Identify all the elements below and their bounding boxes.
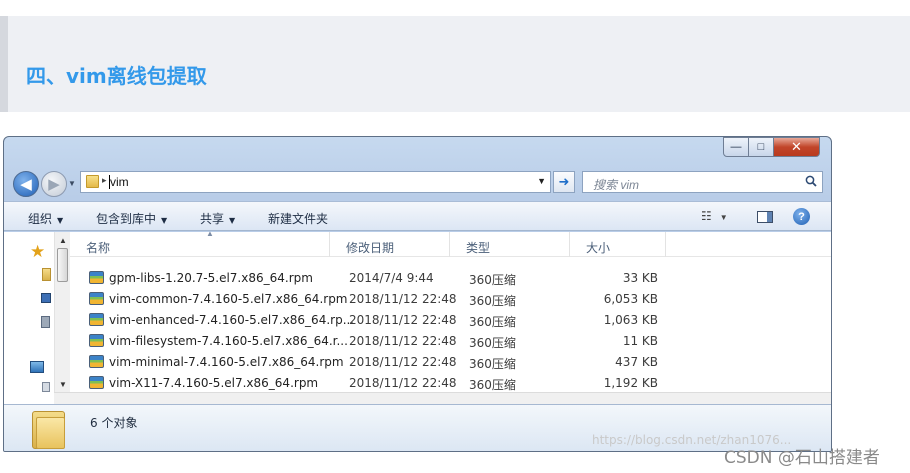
maximize-button[interactable]: □ — [748, 137, 774, 157]
file-name: vim-enhanced-7.4.160-5.el7.x86_64.rp... — [109, 313, 355, 327]
document-icon[interactable] — [42, 382, 50, 392]
file-modified: 2018/11/12 22:48 — [349, 355, 457, 369]
file-size: 33 KB — [622, 271, 658, 285]
scroll-down-icon[interactable]: ▼ — [59, 380, 67, 389]
file-size: 1,192 KB — [603, 376, 658, 390]
close-button[interactable]: ✕ — [773, 137, 820, 157]
search-icon[interactable] — [805, 175, 817, 187]
file-name: vim-common-7.4.160-5.el7.x86_64.rpm — [109, 292, 348, 306]
file-size: 11 KB — [622, 334, 658, 348]
section-heading-banner: 四、vim离线包提取 — [0, 16, 910, 112]
refresh-button[interactable]: ➜ — [553, 171, 575, 193]
section-heading: 四、vim离线包提取 — [26, 64, 207, 88]
file-row[interactable]: gpm-libs-1.20.7-5.el7.x86_64.rpm 2014/7/… — [70, 267, 831, 288]
content-area: ★ ▲ ▼ ▲ 名称 修改日期 类型 大小 gpm-libs-1.20.7-5.… — [4, 229, 831, 404]
share-label: 共享 — [200, 212, 225, 226]
column-header-modified[interactable]: 修改日期 — [330, 232, 450, 257]
horizontal-scrollbar[interactable] — [54, 392, 831, 404]
file-row[interactable]: vim-enhanced-7.4.160-5.el7.x86_64.rp... … — [70, 309, 831, 330]
libraries-icon[interactable] — [30, 361, 44, 373]
file-type: 360压缩 — [469, 294, 516, 308]
page: 四、vim离线包提取 — □ ✕ ◀ ▶ ▼ ▸ vim ▼ ➜ 搜索 vim … — [0, 0, 910, 473]
rpm-archive-icon — [89, 376, 104, 389]
folder-icon — [32, 409, 65, 449]
file-name: vim-X11-7.4.160-5.el7.x86_64.rpm — [109, 376, 319, 390]
search-box[interactable]: 搜索 vim — [582, 171, 823, 193]
help-icon[interactable]: ? — [793, 208, 810, 225]
navigation-scrollbar[interactable]: ▲ ▼ — [54, 232, 70, 392]
organize-label: 组织 — [28, 212, 53, 226]
file-name: vim-filesystem-7.4.160-5.el7.x86_64.r... — [109, 334, 348, 348]
rpm-archive-icon — [89, 355, 104, 368]
forward-button[interactable]: ▶ — [41, 171, 67, 197]
file-type: 360压缩 — [469, 378, 516, 392]
change-view-button[interactable]: ☷ ▼ — [701, 209, 728, 223]
rpm-archive-icon — [89, 313, 104, 326]
file-modified: 2014/7/4 9:44 — [349, 271, 434, 285]
command-bar: 组织 ▼ 包含到库中 ▼ 共享 ▼ 新建文件夹 ☷ ▼ ? — [4, 201, 831, 231]
recent-pages-dropdown[interactable]: ▼ — [68, 179, 76, 188]
breadcrumb-separator-icon[interactable]: ▸ — [102, 175, 107, 186]
folder-icon — [86, 175, 99, 188]
back-icon: ◀ — [20, 176, 32, 193]
minimize-button[interactable]: — — [723, 137, 749, 157]
column-header-row: ▲ 名称 修改日期 类型 大小 — [70, 229, 831, 257]
file-type: 360压缩 — [469, 273, 516, 287]
chevron-down-icon: ▼ — [57, 216, 64, 225]
column-header-size[interactable]: 大小 — [570, 232, 666, 257]
file-modified: 2018/11/12 22:48 — [349, 292, 457, 306]
preview-pane-icon[interactable] — [757, 211, 773, 223]
include-in-library-menu[interactable]: 包含到库中 ▼ — [96, 210, 167, 227]
file-size: 1,063 KB — [603, 313, 658, 327]
file-size: 437 KB — [615, 355, 658, 369]
address-history-dropdown[interactable]: ▼ — [537, 176, 546, 186]
file-row[interactable]: vim-filesystem-7.4.160-5.el7.x86_64.r...… — [70, 330, 831, 351]
file-row[interactable]: vim-X11-7.4.160-5.el7.x86_64.rpm 2018/11… — [70, 372, 831, 393]
file-type: 360压缩 — [469, 336, 516, 350]
file-name: vim-minimal-7.4.160-5.el7.x86_64.rpm — [109, 355, 344, 369]
desktop-icon[interactable] — [41, 293, 51, 303]
chevron-down-icon: ▼ — [719, 213, 728, 222]
file-type: 360压缩 — [469, 315, 516, 329]
star-icon[interactable]: ★ — [30, 242, 45, 262]
address-bar[interactable]: ▸ vim ▼ — [80, 171, 551, 193]
explorer-window: — □ ✕ ◀ ▶ ▼ ▸ vim ▼ ➜ 搜索 vim 组织 ▼ 包含到库中 ▼ … — [3, 136, 832, 452]
file-row[interactable]: vim-common-7.4.160-5.el7.x86_64.rpm 2018… — [70, 288, 831, 309]
file-modified: 2018/11/12 22:48 — [349, 376, 457, 390]
rpm-archive-icon — [89, 271, 104, 284]
file-size: 6,053 KB — [603, 292, 658, 306]
file-modified: 2018/11/12 22:48 — [349, 334, 457, 348]
file-type: 360压缩 — [469, 357, 516, 371]
forward-icon: ▶ — [48, 176, 60, 193]
address-path[interactable]: vim — [110, 175, 129, 189]
item-count: 6 个对象 — [90, 416, 138, 430]
rpm-archive-icon — [89, 334, 104, 347]
organize-menu[interactable]: 组织 ▼ — [28, 210, 63, 227]
search-input[interactable]: 搜索 vim — [593, 176, 639, 193]
scrollbar-thumb[interactable] — [57, 248, 68, 282]
navigation-pane: ★ — [4, 232, 54, 404]
back-button[interactable]: ◀ — [13, 171, 39, 197]
refresh-icon: ➜ — [558, 174, 570, 189]
new-folder-button[interactable]: 新建文件夹 — [268, 210, 328, 227]
watermark-author: CSDN @石山搭建者 — [724, 448, 880, 468]
file-name: gpm-libs-1.20.7-5.el7.x86_64.rpm — [109, 271, 313, 285]
file-row[interactable]: vim-minimal-7.4.160-5.el7.x86_64.rpm 201… — [70, 351, 831, 372]
chevron-down-icon: ▼ — [229, 216, 236, 225]
views-icon: ☷ — [701, 209, 712, 223]
column-header-type[interactable]: 类型 — [450, 232, 570, 257]
computer-icon[interactable] — [41, 316, 50, 328]
rpm-archive-icon — [89, 292, 104, 305]
file-modified: 2018/11/12 22:48 — [349, 313, 457, 327]
column-header-name[interactable]: 名称 — [70, 232, 330, 257]
scroll-up-icon[interactable]: ▲ — [59, 236, 67, 245]
chevron-down-icon: ▼ — [161, 216, 168, 225]
include-in-library-label: 包含到库中 — [96, 212, 157, 226]
folder-icon[interactable] — [42, 268, 51, 281]
share-menu[interactable]: 共享 ▼ — [200, 210, 235, 227]
